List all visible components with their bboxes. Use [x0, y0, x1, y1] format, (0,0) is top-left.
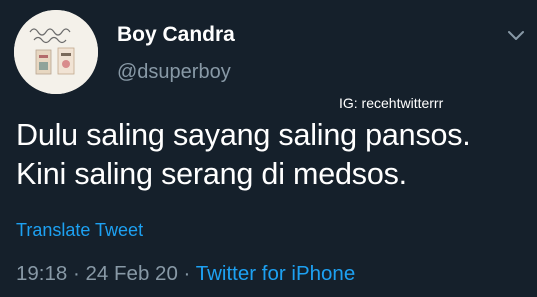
tweet-meta: 19:18 · 24 Feb 20 · Twitter for iPhone	[16, 261, 355, 287]
author-handle[interactable]: @dsuperboy	[117, 60, 231, 84]
watermark-text: IG: recehtwitterrr	[339, 95, 444, 111]
book-cover-avatar-icon	[14, 10, 98, 94]
tweet-card: Boy Candra @dsuperboy IG: recehtwitterrr…	[0, 0, 537, 297]
tweet-date[interactable]: 24 Feb 20	[86, 262, 178, 285]
translate-tweet-link[interactable]: Translate Tweet	[16, 218, 143, 242]
tweet-time[interactable]: 19:18	[16, 262, 67, 285]
meta-separator: ·	[67, 262, 86, 285]
tweet-text-line: Kini saling serang di medsos.	[16, 157, 407, 191]
meta-separator: ·	[177, 262, 196, 285]
avatar[interactable]	[14, 10, 98, 94]
author-name[interactable]: Boy Candra	[117, 22, 235, 48]
tweet-text-line: Dulu saling sayang saling pansos.	[16, 118, 471, 152]
tweet-client-link[interactable]: Twitter for iPhone	[196, 262, 356, 285]
tweet-text: Dulu saling sayang saling pansos. Kini s…	[16, 116, 531, 194]
chevron-down-icon[interactable]	[505, 24, 527, 46]
